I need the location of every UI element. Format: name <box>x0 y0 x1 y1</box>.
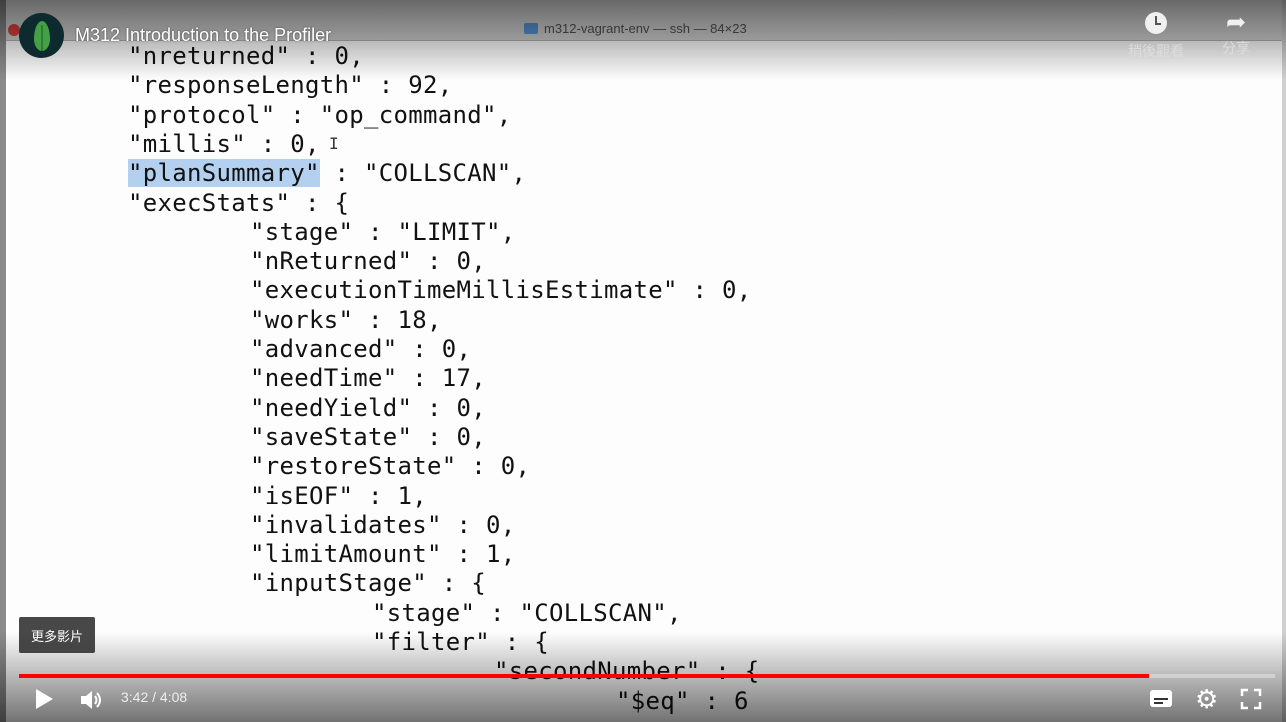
share-button[interactable]: ➦ 分享 <box>1201 9 1271 58</box>
time-display: 3:42 / 4:08 <box>121 689 188 705</box>
selected-text: "planSummary" <box>128 159 320 188</box>
code-line: "responseLength" : 92, <box>128 71 453 100</box>
player-controls: 3:42 / 4:08 ⚙ <box>0 680 1286 722</box>
share-label: 分享 <box>1222 40 1250 56</box>
fullscreen-icon[interactable] <box>1240 688 1262 710</box>
code-line: "isEOF" : 1, <box>250 481 427 510</box>
mongodb-leaf-icon <box>33 20 50 51</box>
volume-icon[interactable] <box>79 688 105 712</box>
video-player[interactable]: m312-vagrant-env — ssh — 84×23 "nreturne… <box>0 0 1286 722</box>
code-line: "works" : 18, <box>250 305 442 334</box>
share-icon: ➦ <box>1225 9 1247 36</box>
progress-bar-played <box>19 674 1150 678</box>
terminal-output: "nreturned" : 0, "responseLength" : 92, "p… <box>0 40 1286 722</box>
watch-later-label: 稍後觀看 <box>1128 43 1184 59</box>
code-line: "saveState" : 0, <box>250 422 486 451</box>
code-line: "executionTimeMillisEstimate" : 0, <box>250 276 752 305</box>
code-line: "nReturned" : 0, <box>250 247 486 276</box>
code-line: "protocol" : "op_command", <box>128 100 512 129</box>
code-line: "planSummary" : "COLLSCAN", <box>128 159 527 188</box>
code-line: "stage" : "COLLSCAN", <box>372 598 682 627</box>
code-line: "filter" : { <box>372 628 549 656</box>
code-line: "limitAmount" : 1, <box>250 540 516 569</box>
code-line: "stage" : "LIMIT", <box>250 217 516 246</box>
play-icon[interactable] <box>36 689 53 709</box>
code-line: "needTime" : 17, <box>250 364 486 393</box>
subtitles-icon[interactable] <box>1150 690 1172 707</box>
gear-icon[interactable]: ⚙ <box>1195 685 1218 713</box>
clock-icon <box>1145 12 1167 34</box>
channel-avatar[interactable] <box>19 13 64 58</box>
code-line: "millis" : 0, <box>128 129 320 158</box>
watch-later-button[interactable]: 稍後觀看 <box>1121 12 1191 61</box>
code-line: "invalidates" : 0, <box>250 510 516 539</box>
code-line: "restoreState" : 0, <box>250 452 531 481</box>
video-title[interactable]: M312 Introduction to the Profiler <box>75 25 331 46</box>
progress-bar[interactable] <box>19 674 1275 678</box>
terminal-window-title: m312-vagrant-env — ssh — 84×23 <box>524 21 747 36</box>
code-line: "inputStage" : { <box>250 569 486 598</box>
code-line: "execStats" : { <box>128 188 350 217</box>
code-line: "advanced" : 0, <box>250 335 472 363</box>
code-line: "nreturned" : 0, <box>128 42 364 70</box>
folder-icon <box>524 23 538 34</box>
code-line: "needYield" : 0, <box>250 393 486 422</box>
text-cursor-icon: I <box>329 134 339 153</box>
more-videos-button[interactable]: 更多影片 <box>19 617 95 653</box>
